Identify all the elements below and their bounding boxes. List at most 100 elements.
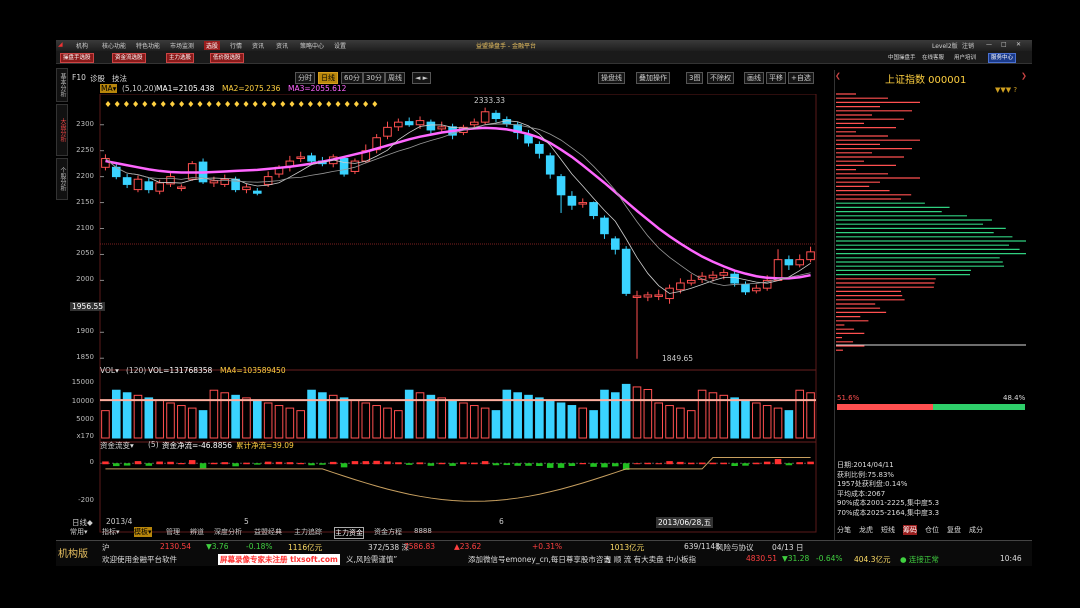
right-panel-tab[interactable]: 复盘 [947,525,961,535]
period-tab-30min[interactable]: 30分 [363,72,385,84]
ma1-value: MA1=2105.438 [156,84,215,93]
flow-bar [373,460,380,465]
logout-link[interactable]: 注销 [962,41,974,50]
tool-operate-line[interactable]: 操盘线 [598,72,625,84]
volume-bar [480,407,490,439]
side-tab-stock[interactable]: 个股分析 [56,158,68,200]
volume-bar [307,389,316,439]
training-link[interactable]: 用户培训 [954,53,976,61]
indicator-tab[interactable]: 8888 [414,527,432,535]
close-icon[interactable]: ✕ [1016,41,1021,48]
status-item: 1116亿元 [288,543,323,552]
indicator-tab[interactable]: 主力资金 [334,527,364,539]
menu-item[interactable]: 资讯 [276,41,288,50]
menu-item[interactable]: 机构 [76,41,88,50]
service-link[interactable]: 在线客服 [922,53,944,61]
right-panel-tab[interactable]: 分笔 [837,525,851,535]
signal-diamond [114,101,120,107]
volume-bar [133,394,143,439]
period-scroll-buttons[interactable]: ◄ ► [412,72,431,84]
main-force-pill[interactable]: 主力选股 [166,53,195,63]
signal-diamond [252,101,258,107]
indicator-tab[interactable]: 主力追踪 [294,527,322,537]
next-stock-icon[interactable]: ❯ [1021,72,1027,80]
flow-indicator-select[interactable]: 资金流变▾ [100,440,134,451]
indicator-tab[interactable]: 辨道 [190,527,204,537]
minimize-icon[interactable]: — [986,41,992,48]
menu-item[interactable]: 策略中心 [300,41,324,50]
flow-bar [698,462,706,465]
indicator-tab[interactable]: 指标▾ [102,527,120,537]
tool-draw-line[interactable]: 画线 [744,72,764,84]
side-tab-market[interactable]: 大盘分析 [56,104,68,156]
status-item: 639/1148 [684,542,720,551]
volume-bar [253,399,262,439]
flow-bar [416,462,424,465]
menu-item[interactable]: 设置 [334,41,346,50]
period-tab-weekly[interactable]: 周线 [385,72,405,84]
tool-overlay[interactable]: 叠加操作 [636,72,670,84]
volume-bar [328,394,338,439]
volume-bar [469,405,479,439]
tool-add-favorite[interactable]: +自选 [788,72,814,84]
indicator-tab[interactable]: 资金方程 [374,527,402,537]
indicator-tab[interactable]: 益盟经典 [254,527,282,537]
volume-bar [535,397,544,439]
vol-indicator-select[interactable]: VOL▾ [100,366,119,375]
menu-item[interactable]: 市场监测 [170,41,194,50]
low-price-pill[interactable]: 低价股选股 [210,53,244,63]
flow-bar [590,463,597,467]
menu-item[interactable]: 特色功能 [136,41,160,50]
diagnose-link[interactable]: 诊股 [90,73,105,84]
indicator-tab[interactable]: 深度分析 [214,527,242,537]
period-tab-daily[interactable]: 日线 [318,72,338,84]
period-tab-timeshare[interactable]: 分时 [295,72,315,84]
status-item: 欢迎使用金融平台软件 [102,555,177,564]
menu-item-active[interactable]: 选股 [204,41,221,50]
period-tab-60min[interactable]: 60分 [341,72,363,84]
menu-item[interactable]: 核心功能 [102,41,126,50]
volume-bar [730,397,739,439]
indicator-tab[interactable]: 常用▾ [70,527,88,537]
volume-bar [665,405,674,439]
fund-flow-pill[interactable]: 资金流选股 [112,53,146,63]
menu-item[interactable]: 行情 [230,41,242,50]
status-item: 04/13 日 [772,543,804,552]
flow-bar [449,463,456,466]
price-tick-label: 2150 [76,197,94,206]
stock-picker-pill[interactable]: 操盘手选股 [60,53,94,63]
right-panel-tab[interactable]: 成分 [969,525,983,535]
flow-bar [308,463,315,466]
tool-3charts[interactable]: 3图 [686,72,704,84]
service-center-button[interactable]: 服务中心 [988,53,1017,63]
f10-link[interactable]: F10 [72,73,86,82]
signal-diamond [142,101,148,107]
tech-link[interactable]: 技法 [112,73,127,84]
tool-no-adjust[interactable]: 不除权 [707,72,734,84]
indicator-tab[interactable]: 管理 [166,527,180,537]
right-panel-tab[interactable]: 筹码 [903,525,917,535]
side-tab-basic[interactable]: 基本分析 [56,68,68,102]
flow-bar [579,463,587,465]
flow-bar [514,463,521,466]
maximize-icon[interactable]: □ [1001,41,1007,48]
status-item: 404.3亿元 [854,555,891,564]
right-panel-tab[interactable]: 短线 [881,525,895,535]
level2-link[interactable]: Level2版 [932,41,958,50]
volume-bar [719,394,729,439]
right-panel-tab[interactable]: 仓位 [925,525,939,535]
volume-bar [296,410,305,439]
stock-chart[interactable] [68,94,830,534]
flow-bar [340,463,348,468]
ma-indicator-select[interactable]: MA▾ [100,84,118,93]
chip-info-line: 获利比例:75.83% [837,470,895,479]
brand-link[interactable]: 中国操盘手 [888,53,916,61]
right-panel-tab[interactable]: 龙虎 [859,525,873,535]
prev-stock-icon[interactable]: ❮ [835,72,841,80]
indicator-tab[interactable]: 模板▾ [134,527,152,537]
candle-body [253,190,262,194]
flow-bar [687,462,695,465]
tool-pan[interactable]: 平移 [766,72,786,84]
menu-item[interactable]: 资讯 [252,41,264,50]
flow-bar [405,463,413,465]
